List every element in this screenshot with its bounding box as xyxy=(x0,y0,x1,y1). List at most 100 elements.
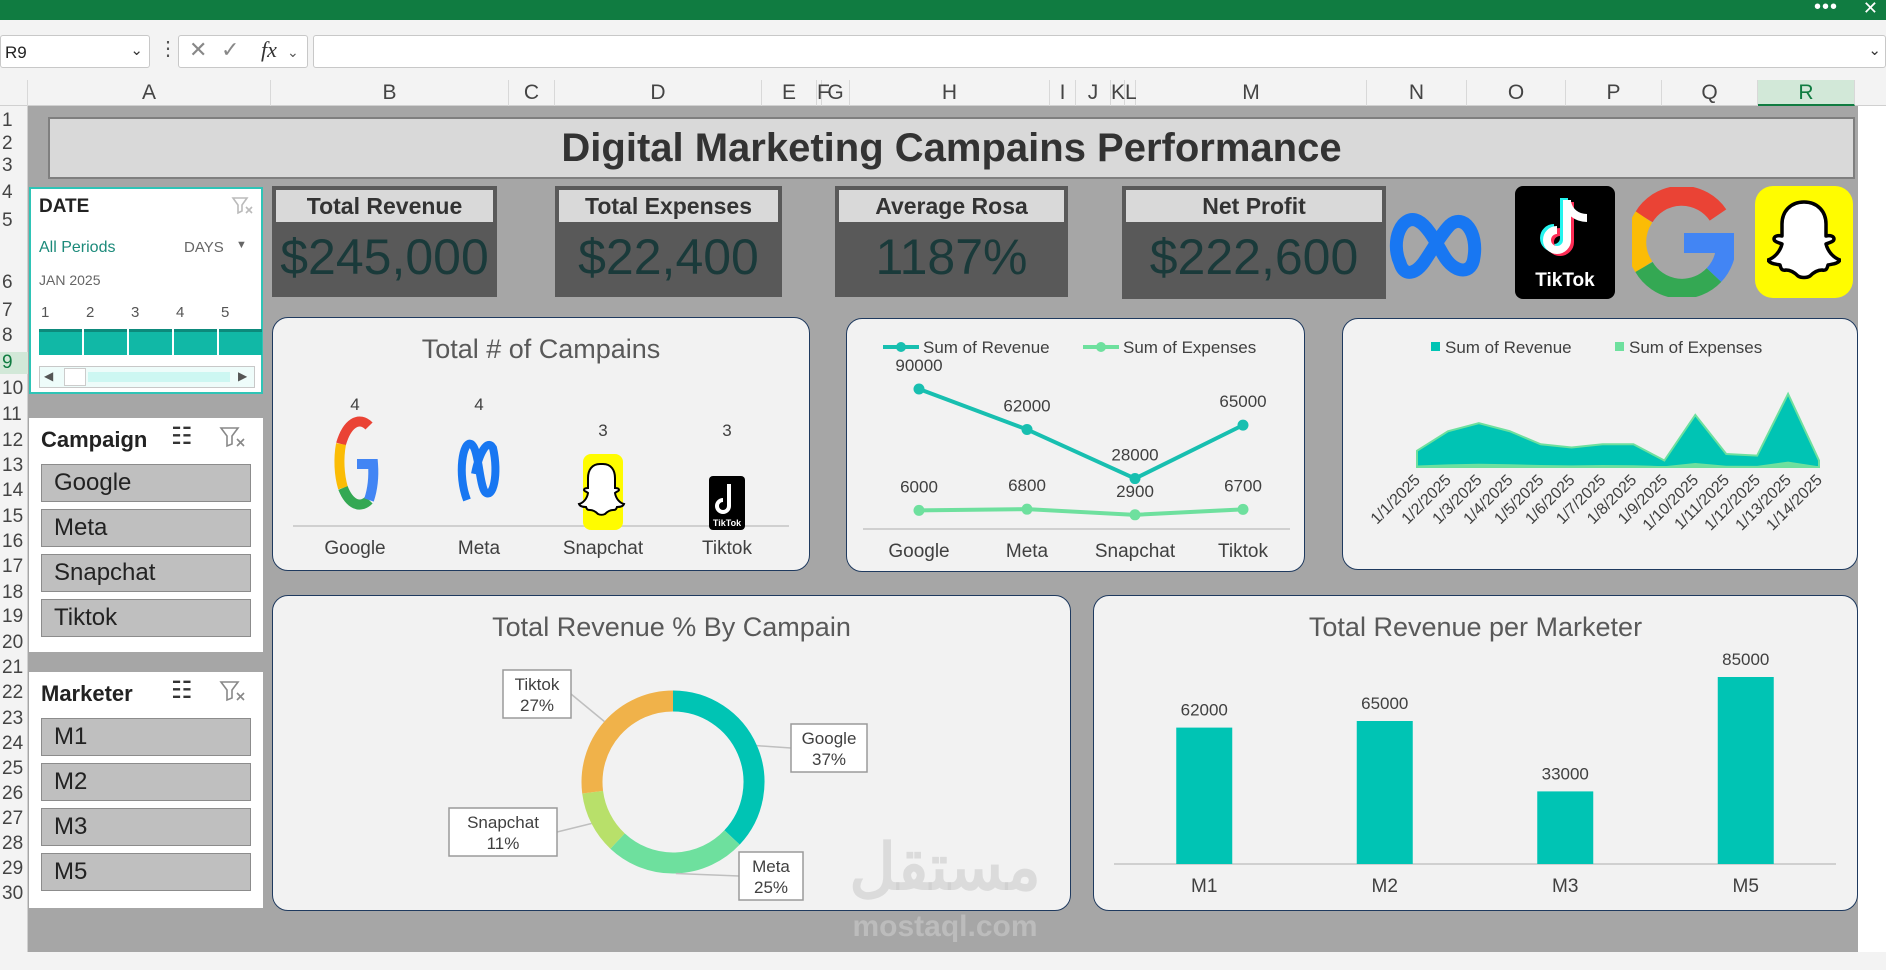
dashboard-title: Digital Marketing Campains Performance xyxy=(48,117,1855,179)
row-header-30[interactable]: 30 xyxy=(0,883,28,905)
data-label: 6700 xyxy=(1224,476,1262,495)
day-bar[interactable] xyxy=(84,329,127,355)
marketer-item-m2[interactable]: M2 xyxy=(41,763,251,801)
marketer-item-m5[interactable]: M5 xyxy=(41,853,251,891)
row-header-28[interactable]: 28 xyxy=(0,833,28,855)
row-header-25[interactable]: 25 xyxy=(0,758,28,780)
campaign-item-meta[interactable]: Meta xyxy=(41,509,251,547)
scroll-right-icon[interactable]: ▶ xyxy=(238,369,247,383)
chevron-down-icon[interactable]: ⌄ xyxy=(287,44,299,61)
column-header-r[interactable]: R xyxy=(1758,80,1855,106)
marketer-item-m1[interactable]: M1 xyxy=(41,718,251,756)
month-label: JAN 2025 xyxy=(39,272,101,288)
row-header-18[interactable]: 18 xyxy=(0,582,28,604)
kpi-label: Total Revenue xyxy=(276,190,493,222)
unit-selector[interactable]: DAYS xyxy=(184,239,224,256)
bar-m3 xyxy=(1537,791,1594,864)
column-header-b[interactable]: B xyxy=(271,80,509,106)
campaign-count-chart: 4 Google 4 Meta 3 Snapchat TikTok 3 Tiktok xyxy=(293,395,789,559)
multi-select-icon[interactable]: ☷ xyxy=(171,422,193,451)
row-header-15[interactable]: 15 xyxy=(0,506,28,528)
column-header-m[interactable]: M xyxy=(1136,80,1367,106)
campaign-item-google[interactable]: Google xyxy=(41,464,251,502)
column-header-q[interactable]: Q xyxy=(1662,80,1758,106)
row-header-14[interactable]: 14 xyxy=(0,480,28,502)
unit-dropdown-icon[interactable]: ▼ xyxy=(236,239,247,251)
more-options-icon[interactable]: ••• xyxy=(1814,0,1838,19)
day-bar[interactable] xyxy=(219,329,262,355)
row-header-3[interactable]: 3 xyxy=(0,155,28,177)
campaign-item-tiktok[interactable]: Tiktok xyxy=(41,599,251,637)
row-header-6[interactable]: 6 xyxy=(0,272,28,294)
donut-slice-google xyxy=(672,690,765,845)
day-bar[interactable] xyxy=(129,329,172,355)
row-header-21[interactable]: 21 xyxy=(0,657,28,679)
timeline-scrollbar[interactable]: ◀ ▶ xyxy=(39,366,255,388)
column-header-l[interactable]: L xyxy=(1125,80,1137,106)
campaign-item-snapchat[interactable]: Snapchat xyxy=(41,554,251,592)
period-label[interactable]: All Periods xyxy=(39,239,115,257)
row-header-2[interactable]: 2 xyxy=(0,133,28,155)
revenue-expense-line-chart: Sum of Revenue Sum of Expenses 90000 62000 2… xyxy=(863,338,1290,562)
marketer-item-m3[interactable]: M3 xyxy=(41,808,251,846)
column-header-n[interactable]: N xyxy=(1367,80,1467,106)
row-header-7[interactable]: 7 xyxy=(0,300,28,322)
series-line-revenue xyxy=(918,387,1244,481)
column-header-c[interactable]: C xyxy=(509,80,555,106)
column-header-d[interactable]: D xyxy=(555,80,762,106)
row-header-17[interactable]: 17 xyxy=(0,556,28,578)
row-header-10[interactable]: 10 xyxy=(0,378,28,400)
column-header-h[interactable]: H xyxy=(850,80,1050,106)
row-header-5[interactable]: 5 xyxy=(0,210,28,232)
row-header-19[interactable]: 19 xyxy=(0,606,28,628)
column-header-o[interactable]: O xyxy=(1467,80,1566,106)
vertical-dots-icon[interactable]: ⋮ xyxy=(158,36,178,61)
row-header-12[interactable]: 12 xyxy=(0,430,28,452)
scroll-left-icon[interactable]: ◀ xyxy=(44,369,53,383)
worksheet-right-area xyxy=(1858,106,1886,959)
row-header-4[interactable]: 4 xyxy=(0,182,28,204)
row-header-27[interactable]: 27 xyxy=(0,808,28,830)
multi-select-icon[interactable]: ☷ xyxy=(171,676,193,705)
formula-input[interactable]: ⌄ xyxy=(313,35,1886,68)
kpi-label: Average Rosa xyxy=(839,190,1064,222)
row-header-16[interactable]: 16 xyxy=(0,531,28,553)
row-header-8[interactable]: 8 xyxy=(0,325,28,347)
data-label: 6800 xyxy=(1008,476,1046,495)
column-header-g[interactable]: G xyxy=(822,80,850,106)
row-header-22[interactable]: 22 xyxy=(0,682,28,704)
column-header-i[interactable]: I xyxy=(1050,80,1076,106)
row-header-24[interactable]: 24 xyxy=(0,733,28,755)
close-icon[interactable]: ✕ xyxy=(1863,0,1878,19)
cancel-icon[interactable]: ✕ xyxy=(189,37,207,63)
row-header-1[interactable]: 1 xyxy=(0,110,28,132)
expand-icon[interactable]: ⌄ xyxy=(1868,41,1881,59)
row-header-11[interactable]: 11 xyxy=(0,404,28,426)
row-header-9[interactable]: 9 xyxy=(0,352,28,374)
column-header-a[interactable]: A xyxy=(28,80,271,106)
name-box[interactable]: R9 ⌄ xyxy=(0,35,150,68)
row-header-23[interactable]: 23 xyxy=(0,708,28,730)
select-all-corner[interactable] xyxy=(0,80,28,106)
row-header-20[interactable]: 20 xyxy=(0,632,28,654)
column-header-j[interactable]: J xyxy=(1076,80,1111,106)
clear-filter-icon[interactable] xyxy=(219,425,247,451)
day-bar[interactable] xyxy=(174,329,217,355)
data-label: 4 xyxy=(474,395,483,414)
column-header-k[interactable]: K xyxy=(1111,80,1125,106)
chevron-down-icon[interactable]: ⌄ xyxy=(130,41,143,59)
row-header-29[interactable]: 29 xyxy=(0,858,28,880)
column-header-e[interactable]: E xyxy=(762,80,817,106)
clear-filter-icon[interactable] xyxy=(231,195,255,217)
day-bar[interactable] xyxy=(39,329,82,355)
column-header-p[interactable]: P xyxy=(1566,80,1662,106)
scroll-thumb[interactable] xyxy=(64,368,86,386)
row-header-26[interactable]: 26 xyxy=(0,783,28,805)
clear-filter-icon[interactable] xyxy=(219,679,247,705)
date-timeline-slicer[interactable]: DATE All Periods DAYS ▼ JAN 2025 1 2 3 4 5 ◀… xyxy=(29,187,263,394)
row-header-13[interactable]: 13 xyxy=(0,455,28,477)
kpi-total-expenses: Total Expenses $22,400 xyxy=(555,186,782,297)
data-label: 28000 xyxy=(1111,446,1158,465)
enter-icon[interactable]: ✓ xyxy=(221,37,239,63)
function-icon[interactable]: fx xyxy=(261,37,277,63)
